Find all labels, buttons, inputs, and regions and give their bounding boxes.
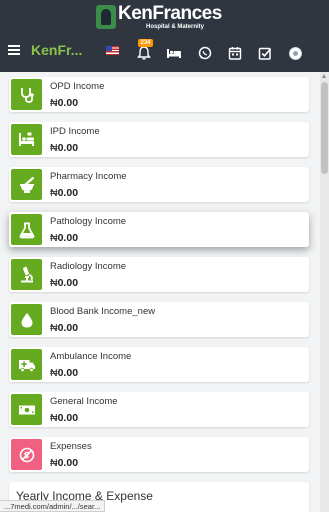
card-opd-income[interactable]: OPD Income ₦0.00 <box>9 77 309 112</box>
card-amount: ₦0.00 <box>50 412 79 424</box>
card-title: Expenses <box>50 441 92 452</box>
card-title: Blood Bank Income_new <box>50 306 156 317</box>
scrollbar-thumb[interactable] <box>321 82 328 174</box>
avatar[interactable] <box>289 47 302 60</box>
stethoscope-icon <box>11 79 42 110</box>
ambulance-icon <box>11 349 42 380</box>
card-title: Pharmacy Income <box>50 171 127 182</box>
card-pharmacy-income[interactable]: Pharmacy Income ₦0.00 <box>9 167 309 202</box>
card-ipd-income[interactable]: IPD Income ₦0.00 <box>9 122 309 157</box>
card-amount: ₦0.00 <box>50 367 79 379</box>
card-amount: ₦0.00 <box>50 232 79 244</box>
hospital-logo[interactable]: KenFrances Hospital & Maternity <box>96 3 222 33</box>
card-expenses[interactable]: Expenses ₦0.00 <box>9 437 309 472</box>
card-amount: ₦0.00 <box>50 322 79 334</box>
notification-badge: 234 <box>138 39 153 47</box>
hospital-bed-icon <box>11 124 42 155</box>
bell-icon[interactable] <box>136 45 152 61</box>
card-title: Ambulance Income <box>50 351 132 362</box>
card-general-income[interactable]: General Income ₦0.00 <box>9 392 309 427</box>
card-blood-bank-income[interactable]: Blood Bank Income_new ₦0.00 <box>9 302 309 337</box>
card-pathology-income[interactable]: Pathology Income ₦0.00 <box>9 212 309 247</box>
whatsapp-icon[interactable] <box>197 45 213 61</box>
logo-mark-icon <box>96 5 116 29</box>
logo-subtitle: Hospital & Maternity <box>146 24 205 30</box>
blood-drop-icon <box>11 304 42 335</box>
bed-icon[interactable] <box>166 45 182 61</box>
link-preview-statusbar: ...7medi.com/admin/.../sear... <box>0 500 106 512</box>
page-scrollbar[interactable] <box>320 72 329 512</box>
card-amount: ₦0.00 <box>50 187 79 199</box>
us-flag-icon[interactable] <box>106 46 119 55</box>
card-title: General Income <box>50 396 118 407</box>
card-amount: ₦0.00 <box>50 277 79 289</box>
card-amount: ₦0.00 <box>50 142 79 154</box>
checkbox-icon[interactable] <box>257 45 273 61</box>
top-navbar: KenFr... <box>0 36 329 72</box>
brand-name[interactable]: KenFr... <box>31 42 82 58</box>
card-radiology-income[interactable]: Radiology Income ₦0.00 <box>9 257 309 292</box>
expense-icon <box>11 439 42 470</box>
card-ambulance-income[interactable]: Ambulance Income ₦0.00 <box>9 347 309 382</box>
dashboard-content: OPD Income ₦0.00 IPD Income ₦0.00 Pharma… <box>0 72 320 512</box>
card-title: Radiology Income <box>50 261 127 272</box>
calendar-icon[interactable] <box>227 45 243 61</box>
flask-icon <box>11 214 42 245</box>
card-amount: ₦0.00 <box>50 97 79 109</box>
card-title: OPD Income <box>50 81 105 92</box>
menu-icon[interactable] <box>8 45 20 55</box>
logo-bar: KenFrances Hospital & Maternity <box>0 0 329 36</box>
card-title: Pathology Income <box>50 216 127 227</box>
microscope-icon <box>11 259 42 290</box>
money-icon <box>11 394 42 425</box>
scroll-up-arrow-icon[interactable] <box>322 74 326 78</box>
mortar-pestle-icon <box>11 169 42 200</box>
card-amount: ₦0.00 <box>50 457 79 469</box>
logo-name: KenFrances <box>118 3 222 24</box>
card-title: IPD Income <box>50 126 100 137</box>
